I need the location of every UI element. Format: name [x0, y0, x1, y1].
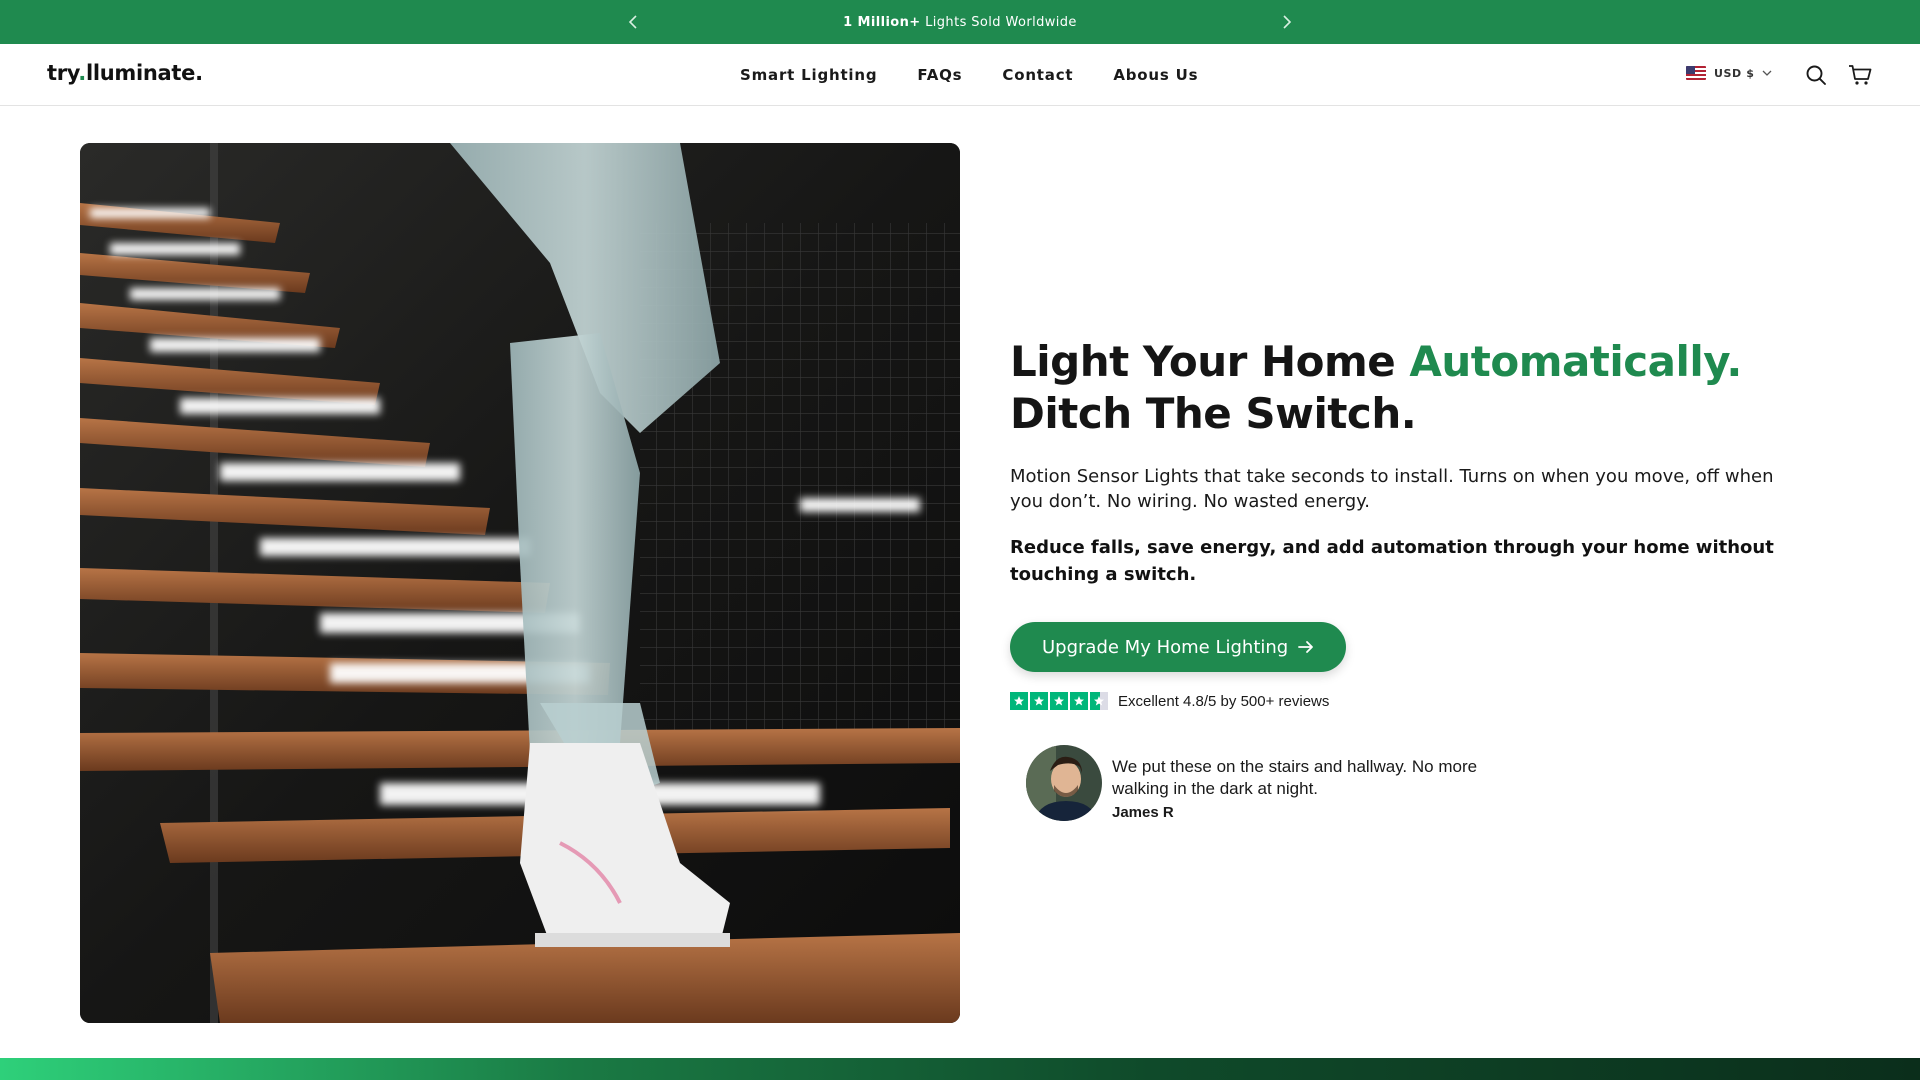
- headline-line2: Ditch The Switch.: [1010, 389, 1417, 438]
- hero-description: Motion Sensor Lights that take seconds t…: [1010, 466, 1774, 512]
- search-icon[interactable]: [1803, 62, 1829, 88]
- testimonial-quote: We put these on the stairs and hallway. …: [1112, 757, 1478, 798]
- rating-text: Excellent 4.8/5 by 500+ reviews: [1118, 692, 1330, 710]
- star-icon: [1030, 692, 1048, 710]
- chevron-left-icon[interactable]: [622, 11, 644, 33]
- hero-headline: Light Your Home Automatically. Ditch The…: [1010, 336, 1810, 440]
- star-icon: [1010, 692, 1028, 710]
- chevron-down-icon: [1763, 70, 1772, 76]
- avatar: [1026, 745, 1102, 821]
- rating-row: Excellent 4.8/5 by 500+ reviews: [1010, 692, 1810, 710]
- hero-benefits: Reduce falls, save energy, and add autom…: [1010, 537, 1774, 585]
- logo-prefix: try: [47, 61, 79, 85]
- nav-item-contact[interactable]: Contact: [1002, 66, 1073, 84]
- headline-text: Light Your Home: [1010, 337, 1410, 386]
- cta-label: Upgrade My Home Lighting: [1042, 636, 1289, 658]
- bottom-gradient-band: [0, 1058, 1920, 1080]
- star-icon: [1070, 692, 1088, 710]
- site-header: try.lluminate. Smart Lighting FAQs Conta…: [0, 44, 1920, 106]
- currency-code: USD $: [1714, 66, 1755, 80]
- announcement-bar: 1 Million+ Lights Sold Worldwide: [0, 0, 1920, 44]
- cart-icon[interactable]: [1847, 62, 1873, 88]
- us-flag-icon: [1686, 66, 1706, 80]
- logo[interactable]: try.lluminate.: [47, 61, 203, 85]
- logo-dot: .: [78, 61, 86, 85]
- testimonial: We put these on the stairs and hallway. …: [1026, 745, 1810, 821]
- star-icon: [1050, 692, 1068, 710]
- nav-item-about-us[interactable]: Abous Us: [1113, 66, 1198, 84]
- nav-item-faqs[interactable]: FAQs: [917, 66, 962, 84]
- logo-suffix: lluminate.: [85, 61, 203, 85]
- star-icon: [1090, 692, 1108, 710]
- main-nav: Smart Lighting FAQs Contact Abous Us: [740, 44, 1198, 106]
- star-rating: [1010, 692, 1108, 710]
- hero-content: Light Your Home Automatically. Ditch The…: [1010, 336, 1810, 821]
- announcement-message: Lights Sold Worldwide: [920, 14, 1077, 30]
- testimonial-author: James R: [1112, 804, 1174, 821]
- currency-selector[interactable]: USD $: [1686, 66, 1772, 80]
- headline-accent: Automatically.: [1409, 337, 1742, 386]
- hero-image: [80, 143, 960, 1023]
- nav-item-smart-lighting[interactable]: Smart Lighting: [740, 66, 877, 84]
- announcement-text: 1 Million+ Lights Sold Worldwide: [843, 15, 1077, 30]
- upgrade-lighting-button[interactable]: Upgrade My Home Lighting: [1010, 622, 1347, 672]
- announcement-highlight: 1 Million+: [843, 14, 921, 30]
- chevron-right-icon[interactable]: [1276, 11, 1298, 33]
- arrow-right-icon: [1298, 641, 1314, 653]
